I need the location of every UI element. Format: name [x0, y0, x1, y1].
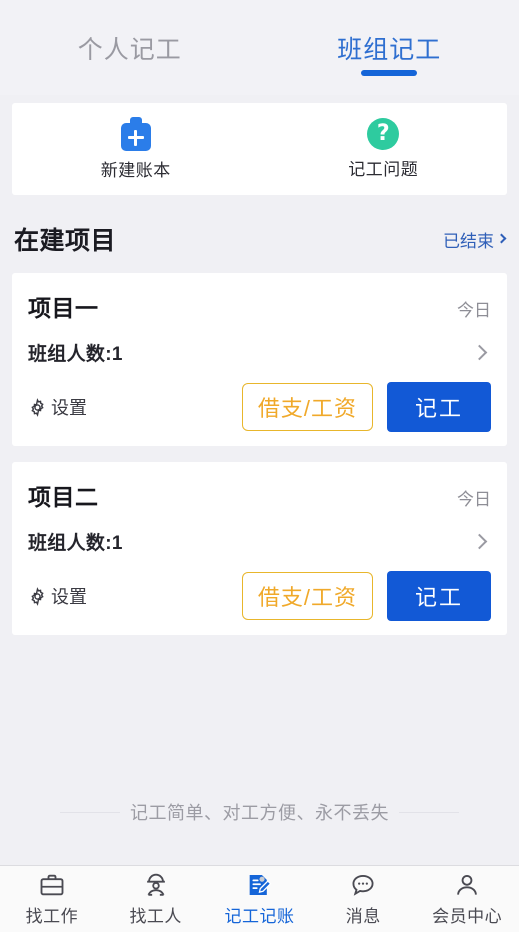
tab-personal-label: 个人记工 — [77, 35, 182, 64]
record-work-button[interactable]: 记工 — [386, 382, 491, 432]
nav-item-record-ledger[interactable]: 记工记账 — [208, 871, 312, 927]
footer-tagline: 记工简单、对工方便、永不丢失 — [0, 799, 519, 865]
nav-item-member-center-label: 会员中心 — [432, 907, 503, 926]
briefcase-icon — [40, 874, 64, 896]
page-title: 在建项目 — [14, 227, 117, 255]
project-name: 项目一 — [28, 295, 99, 321]
bottom-navbar: 找工作 找工人 记工记账 消息 会员中心 — [0, 865, 519, 932]
project-date: 今日 — [457, 490, 491, 509]
tagline-text: 记工简单、对工方便、永不丢失 — [130, 803, 389, 823]
chevron-right-icon[interactable] — [471, 344, 488, 361]
nav-item-messages[interactable]: 消息 — [311, 871, 415, 927]
table-row[interactable]: 项目二 今日 班组人数:1 设置 借支/工资 记工 — [12, 462, 507, 635]
loan-salary-button[interactable]: 借支/工资 — [241, 383, 373, 431]
project-actions-row: 设置 借支/工资 记工 — [28, 571, 491, 621]
chat-bubble-icon — [352, 874, 374, 896]
project-date: 今日 — [457, 301, 491, 320]
top-tabbar: 个人记工 班组记工 — [0, 0, 519, 95]
project-buttons: 借支/工资 记工 — [241, 571, 491, 621]
finished-projects-link[interactable]: 已结束 — [443, 227, 507, 252]
shortcut-new-ledger-label: 新建账本 — [100, 161, 171, 180]
divider-left — [60, 811, 120, 813]
project-list: 项目一 今日 班组人数:1 设置 借支/工资 记工 项目二 今日 班组人数:1 … — [0, 273, 519, 651]
project-settings-button[interactable]: 设置 — [28, 583, 87, 609]
shortcut-panel: 新建账本 ? 记工问题 — [12, 103, 507, 195]
question-circle-icon: ? — [367, 118, 400, 150]
nav-item-find-job[interactable]: 找工作 — [0, 871, 104, 927]
nav-item-messages-label: 消息 — [345, 907, 381, 926]
nav-item-find-worker[interactable]: 找工人 — [104, 871, 208, 927]
shortcut-help[interactable]: ? 记工问题 — [260, 118, 508, 180]
finished-projects-label: 已结束 — [443, 231, 494, 251]
worker-helmet-icon — [146, 873, 165, 896]
nav-item-record-ledger-label: 记工记账 — [224, 907, 295, 926]
loan-salary-button[interactable]: 借支/工资 — [241, 572, 373, 620]
project-member-count: 班组人数:1 — [28, 533, 123, 554]
shortcut-new-ledger[interactable]: 新建账本 — [12, 117, 260, 181]
project-member-count: 班组人数:1 — [28, 344, 123, 365]
divider-right — [399, 811, 459, 813]
tab-personal[interactable]: 个人记工 — [0, 0, 260, 95]
shortcut-help-label: 记工问题 — [348, 160, 419, 179]
clipboard-plus-icon — [120, 117, 151, 151]
record-work-button[interactable]: 记工 — [386, 571, 491, 621]
section-header: 在建项目 已结束 — [0, 195, 519, 273]
project-settings-label: 设置 — [51, 398, 87, 418]
note-pencil-icon — [250, 874, 272, 896]
chevron-right-icon — [496, 233, 507, 244]
nav-item-find-worker-label: 找工人 — [129, 907, 182, 926]
person-icon — [457, 874, 477, 895]
gear-icon — [31, 397, 44, 417]
project-card-header: 项目二 今日 — [28, 478, 491, 512]
project-settings-button[interactable]: 设置 — [28, 394, 87, 420]
chevron-right-icon[interactable] — [471, 533, 488, 550]
project-actions-row: 设置 借支/工资 记工 — [28, 382, 491, 432]
project-members-row[interactable]: 班组人数:1 — [28, 339, 491, 366]
nav-item-member-center[interactable]: 会员中心 — [415, 871, 519, 927]
tab-team-underline — [361, 70, 418, 76]
tab-team[interactable]: 班组记工 — [260, 0, 519, 95]
nav-item-find-job-label: 找工作 — [25, 907, 79, 926]
project-settings-label: 设置 — [51, 587, 87, 607]
tab-team-label: 班组记工 — [337, 35, 442, 64]
project-buttons: 借支/工资 记工 — [241, 382, 491, 432]
project-card-header: 项目一 今日 — [28, 289, 491, 323]
gear-icon — [31, 586, 44, 606]
project-members-row[interactable]: 班组人数:1 — [28, 528, 491, 555]
project-name: 项目二 — [28, 484, 99, 510]
table-row[interactable]: 项目一 今日 班组人数:1 设置 借支/工资 记工 — [12, 273, 507, 446]
app-screen: 个人记工 班组记工 新建账本 ? 记工问题 在建项目 已结束 项目一 今日 班组… — [0, 0, 519, 932]
